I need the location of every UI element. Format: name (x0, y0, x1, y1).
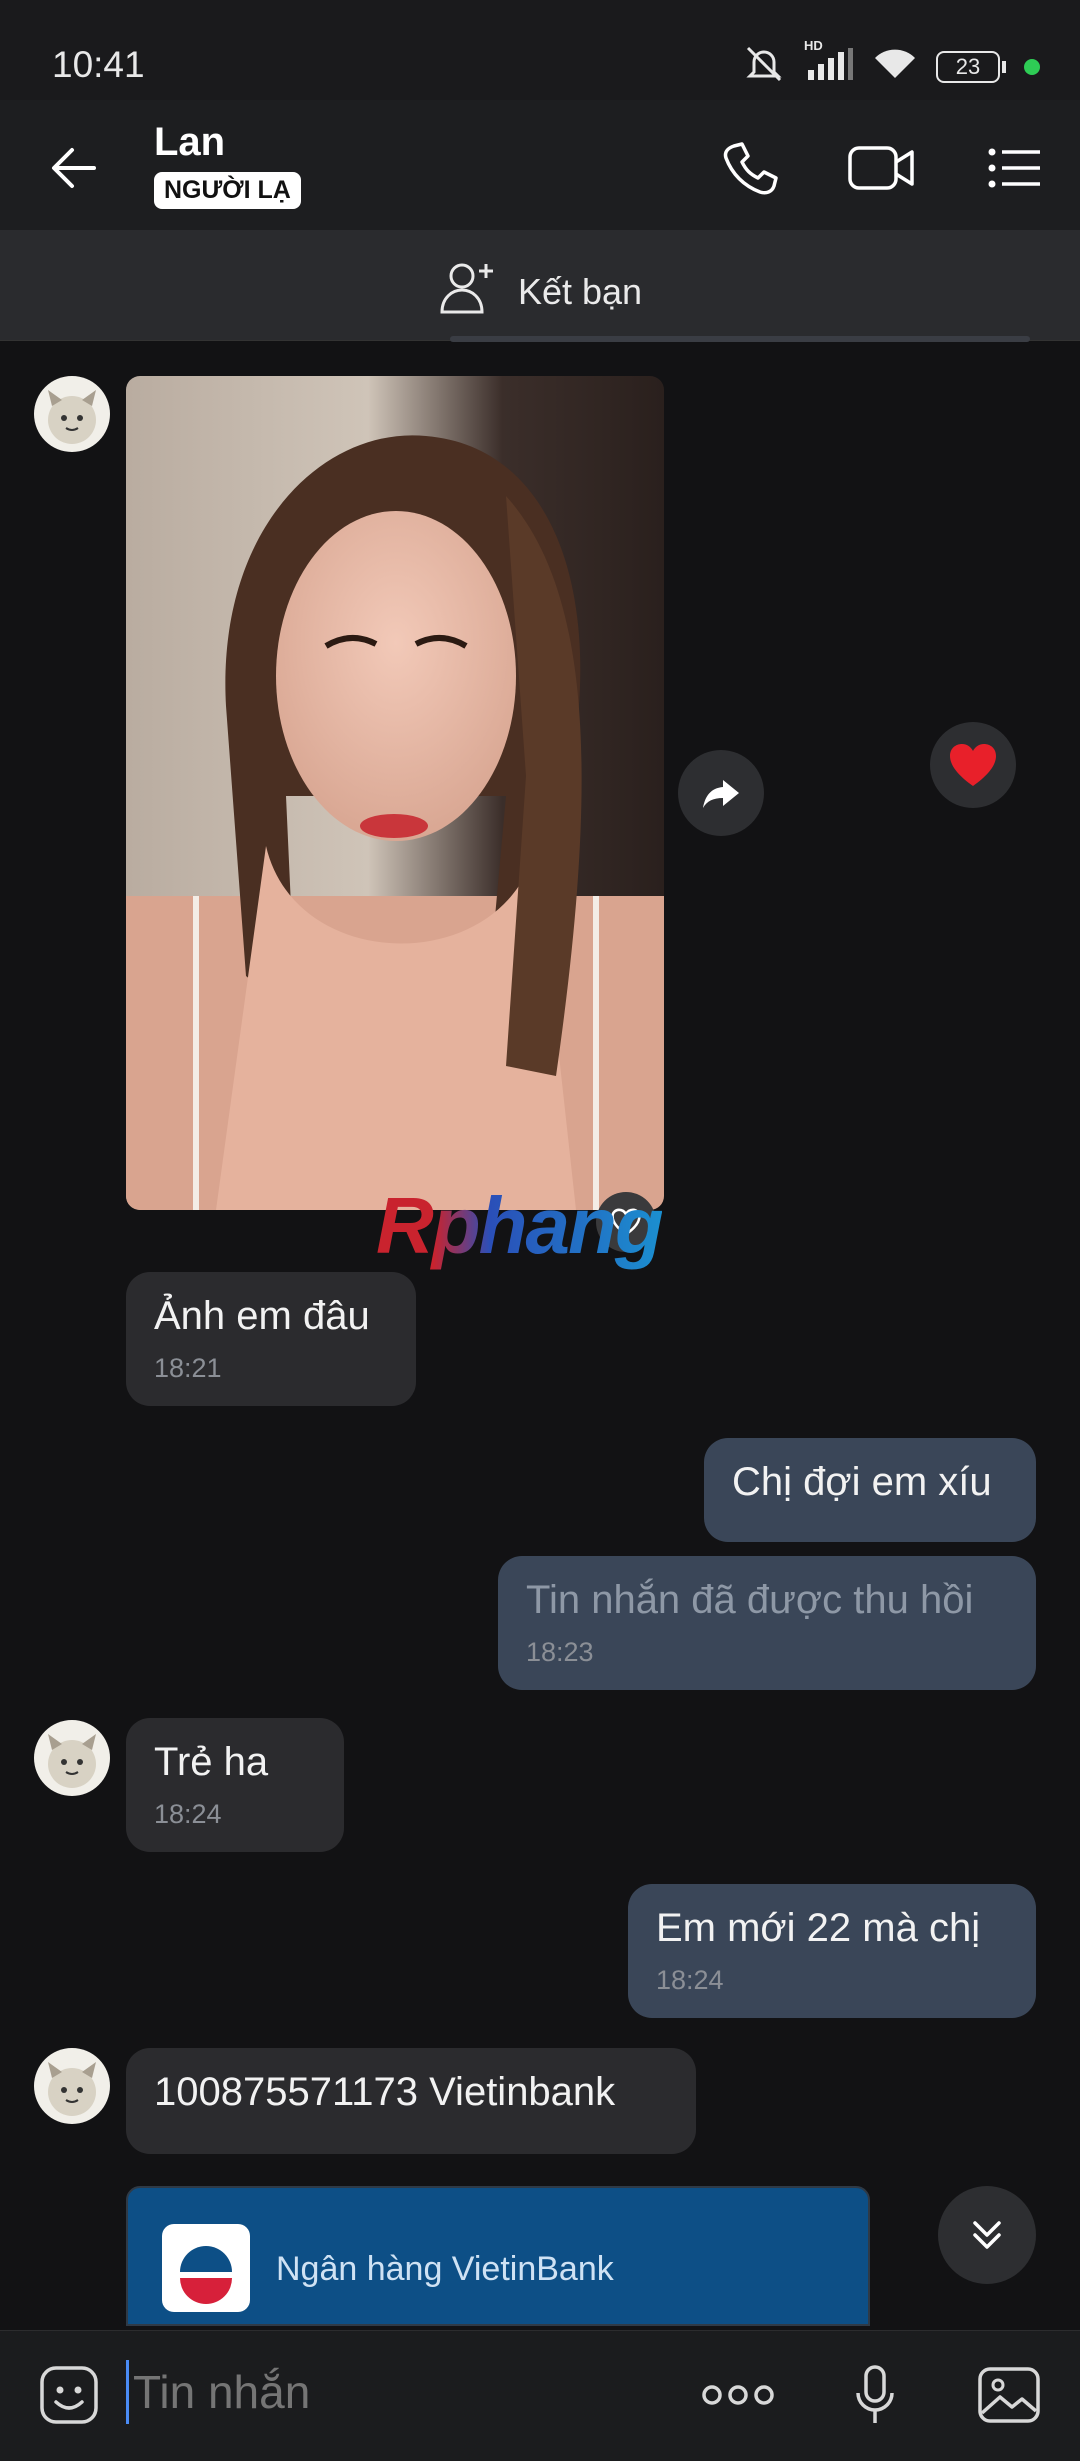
message-bubble-incoming[interactable]: Ảnh em đâu 18:21 (126, 1272, 416, 1406)
add-friend-button[interactable]: Kết bạn (0, 258, 1080, 325)
image-icon[interactable] (976, 2362, 1042, 2428)
message-time: 18:24 (154, 1799, 222, 1829)
message-input[interactable] (126, 2360, 693, 2424)
mute-icon (742, 44, 786, 89)
add-friend-label: Kết bạn (517, 270, 643, 312)
scroll-to-bottom-icon[interactable] (938, 2186, 1036, 2284)
message-bubble-outgoing[interactable]: Em mới 22 mà chị 18:24 (628, 1884, 1036, 2018)
message-time: 18:23 (526, 1637, 594, 1667)
status-time: 10:41 (52, 44, 145, 85)
message-text: Ảnh em đâu (154, 1294, 370, 1338)
bank-card-message[interactable]: Ngân hàng VietinBank (126, 2186, 870, 2326)
battery-level: 23 (936, 50, 1000, 83)
share-forward-icon[interactable] (678, 750, 764, 836)
back-icon[interactable] (44, 138, 104, 198)
message-text: Tin nhắn đã được thu hồi (526, 1578, 974, 1622)
message-bubble-incoming[interactable]: 100875571173 Vietinbank (126, 2048, 696, 2154)
video-call-icon[interactable] (846, 138, 918, 198)
image-message[interactable] (126, 376, 664, 1210)
avatar[interactable] (34, 2048, 110, 2124)
microphone-icon[interactable] (842, 2362, 908, 2428)
call-icon[interactable] (720, 138, 780, 198)
vietinbank-logo-icon (162, 2224, 250, 2312)
sticker-icon[interactable] (36, 2362, 102, 2428)
scroll-indicator (450, 336, 1030, 342)
battery-icon: 23 (936, 50, 1006, 83)
network-badge: HD (804, 38, 823, 53)
stranger-badge: NGƯỜI LẠ (154, 172, 301, 209)
dot-icon (1024, 58, 1040, 75)
avatar[interactable] (34, 376, 110, 452)
contact-name[interactable]: Lan (154, 120, 225, 165)
message-text: 100875571173 Vietinbank (154, 2070, 616, 2114)
heart-reaction-icon[interactable] (930, 722, 1016, 808)
watermark: Rphang (376, 1181, 664, 1270)
menu-list-icon[interactable] (984, 138, 1044, 198)
recalled-message-bubble[interactable]: Tin nhắn đã được thu hồi 18:23 (498, 1556, 1036, 1690)
message-time: 18:21 (154, 1353, 222, 1383)
more-icon[interactable] (700, 2362, 776, 2428)
signal-icon: HD (804, 38, 854, 87)
message-text: Chị đợi em xíu (732, 1460, 992, 1504)
bank-name: Ngân hàng VietinBank (276, 2250, 614, 2288)
message-text: Em mới 22 mà chị (656, 1906, 981, 1950)
message-bubble-outgoing[interactable]: Chị đợi em xíu (704, 1438, 1036, 1542)
message-text: Trẻ ha (154, 1740, 269, 1784)
add-friend-icon (438, 258, 502, 325)
message-time: 18:24 (656, 1965, 724, 1995)
status-icons: HD 23 (742, 38, 1040, 89)
message-bubble-incoming[interactable]: Trẻ ha 18:24 (126, 1718, 344, 1852)
wifi-icon (872, 46, 918, 87)
avatar[interactable] (34, 1720, 110, 1796)
